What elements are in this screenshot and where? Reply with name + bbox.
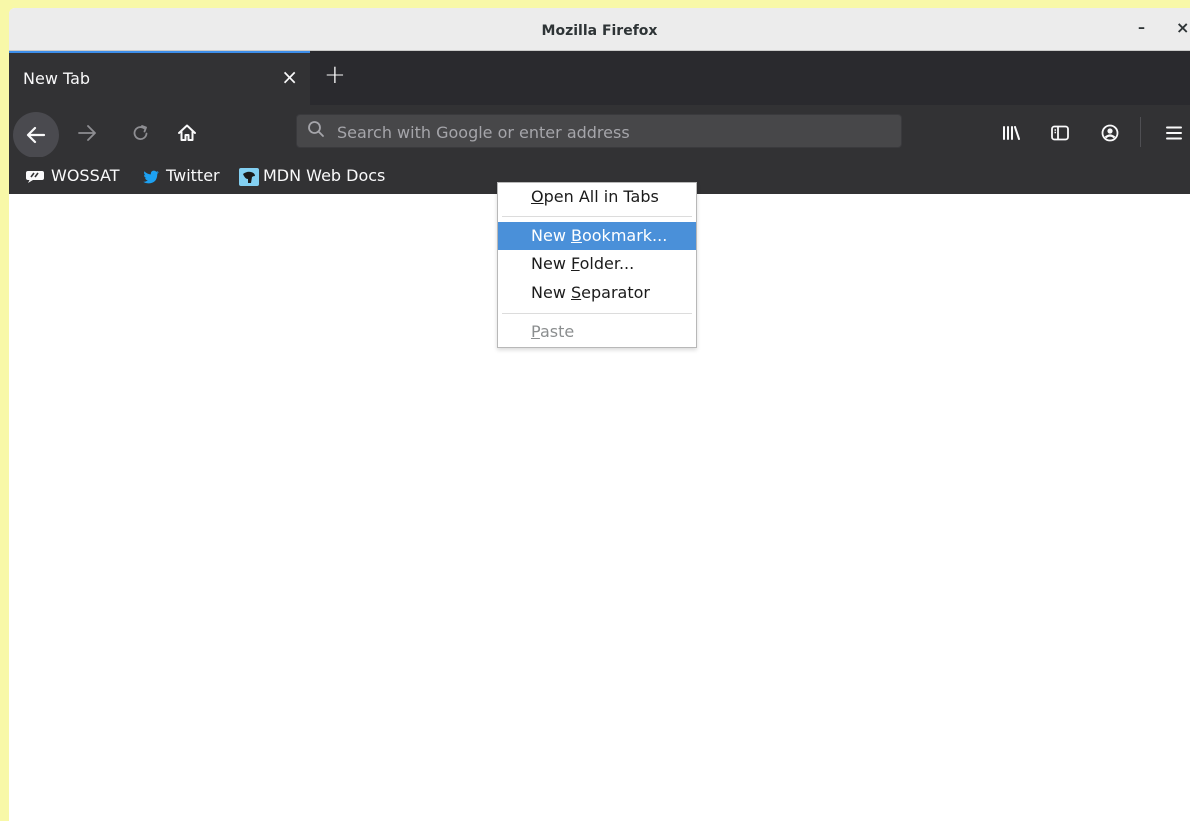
menu-item-new-bookmark[interactable]: New Bookmark... xyxy=(498,222,696,250)
url-input[interactable] xyxy=(335,115,889,149)
tab-title: New Tab xyxy=(23,69,91,88)
back-arrow-icon[interactable] xyxy=(13,112,59,158)
menu-item-open-all-in-tabs[interactable]: Open All in Tabs xyxy=(498,183,696,211)
close-window-button[interactable]: × xyxy=(1176,18,1189,37)
menu-item-new-separator[interactable]: New Separator xyxy=(498,279,696,307)
hamburger-menu-icon[interactable] xyxy=(1158,115,1190,147)
bookmark-label: WOSSAT xyxy=(51,166,120,185)
bookmark-mdn-web-docs[interactable]: MDN Web Docs xyxy=(239,165,385,187)
tab-strip: New Tab × + xyxy=(9,51,1190,105)
account-icon[interactable] xyxy=(1094,115,1126,147)
reload-icon[interactable] xyxy=(125,115,157,147)
navigation-toolbar xyxy=(9,105,1190,158)
library-icon[interactable] xyxy=(995,115,1027,147)
menu-separator xyxy=(502,216,692,217)
url-bar[interactable] xyxy=(296,114,902,149)
minimize-button[interactable]: – xyxy=(1138,20,1145,36)
bookmark-label: Twitter xyxy=(166,166,220,185)
tab-new-tab[interactable]: New Tab × xyxy=(9,51,310,105)
bookmark-twitter[interactable]: Twitter xyxy=(142,165,220,187)
speech-bubble-icon xyxy=(26,170,44,183)
search-icon xyxy=(308,121,324,137)
forward-arrow-icon[interactable] xyxy=(71,115,103,147)
menu-separator xyxy=(502,313,692,314)
firefox-window: Mozilla Firefox – × New Tab × + Search w… xyxy=(9,8,1190,821)
menu-item-new-folder[interactable]: New Folder... xyxy=(498,250,696,278)
bookmark-wossat[interactable]: WOSSAT xyxy=(25,165,120,187)
bookmarks-context-menu: Open All in Tabs New Bookmark... New Fol… xyxy=(497,182,697,348)
mdn-logo-icon xyxy=(239,167,259,186)
tab-close-icon[interactable]: × xyxy=(281,65,298,89)
bookmark-label: MDN Web Docs xyxy=(263,166,386,185)
home-icon[interactable] xyxy=(171,115,203,147)
twitter-bird-icon xyxy=(143,170,159,183)
window-title: Mozilla Firefox xyxy=(541,23,658,39)
menu-item-paste[interactable]: Paste xyxy=(498,318,696,346)
new-tab-button[interactable]: + xyxy=(324,60,346,90)
sidebar-icon[interactable] xyxy=(1044,115,1076,147)
toolbar-separator xyxy=(1140,117,1141,147)
title-bar: Mozilla Firefox – × xyxy=(9,8,1190,51)
